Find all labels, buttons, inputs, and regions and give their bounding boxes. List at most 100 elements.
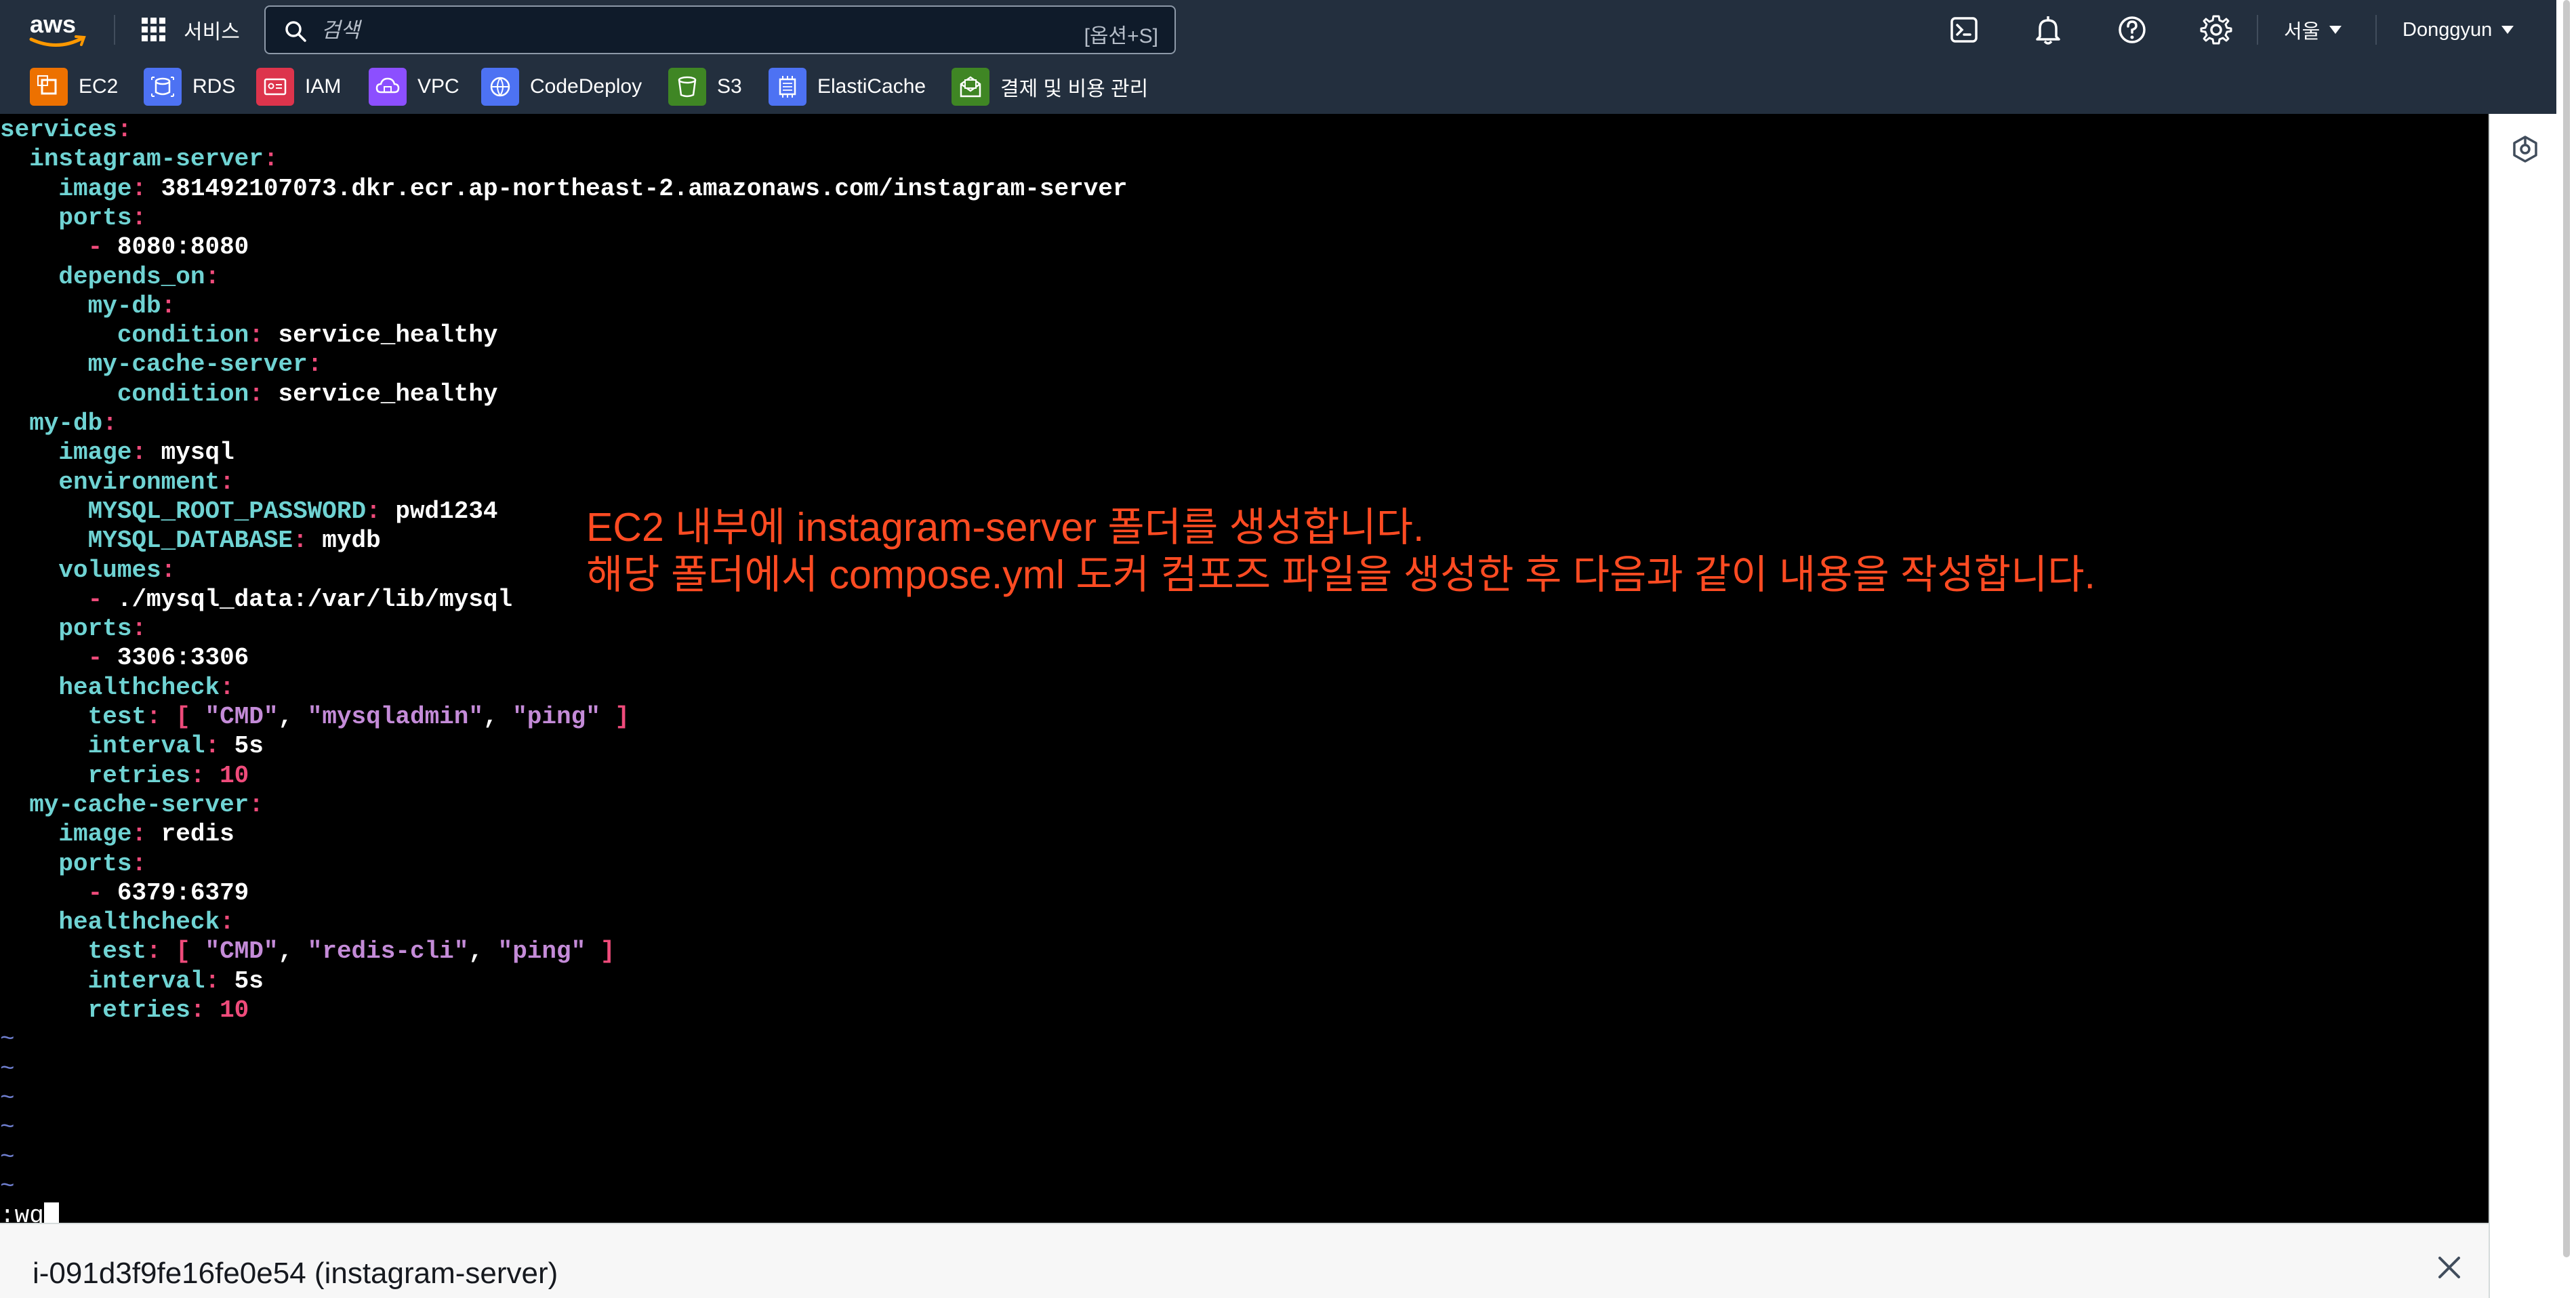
- favorite-label: RDS: [192, 75, 236, 98]
- terminal-line: ports:: [0, 203, 146, 232]
- yaml-key: environment: [58, 468, 220, 496]
- favorite-label: CodeDeploy: [530, 75, 642, 98]
- terminal-line: interval: 5s: [0, 967, 264, 996]
- yaml-colon: :: [220, 468, 234, 496]
- grid-icon: [142, 18, 165, 41]
- empty-line-marker: ~: [0, 1143, 15, 1171]
- yaml-key: instagram-server: [29, 145, 264, 174]
- settings-gear-icon[interactable]: [2199, 12, 2234, 47]
- s3-bucket-icon: [668, 68, 706, 106]
- empty-line-marker: ~: [0, 1055, 15, 1083]
- yaml-colon: :: [205, 262, 220, 291]
- search-input[interactable]: [320, 7, 1000, 54]
- yaml-value: service_healthy: [278, 321, 498, 350]
- caret-down-icon: [2501, 26, 2514, 34]
- yaml-colon: :: [205, 732, 220, 760]
- yaml-key: my-cache-server: [87, 350, 308, 379]
- list-bracket-close: ]: [586, 937, 615, 966]
- yaml-value: 3306:3306: [117, 644, 249, 672]
- session-info-bar: i-091d3f9fe16fe0e54 (instagram-server): [0, 1223, 2489, 1298]
- favorite-elasticache[interactable]: ElastiCache: [769, 66, 926, 107]
- yaml-key: retries: [87, 761, 190, 790]
- yaml-colon: :: [205, 967, 220, 995]
- list-item-string: "mysqladmin": [307, 703, 483, 731]
- tools-panel-icon[interactable]: [2510, 134, 2540, 164]
- ec2-icon: [30, 68, 68, 106]
- page-scrollbar-thumb[interactable]: [2563, 0, 2570, 1257]
- favorite-iam[interactable]: IAM: [256, 66, 341, 107]
- yaml-key: interval: [87, 732, 205, 760]
- yaml-value: pwd1234: [395, 497, 498, 525]
- notifications-bell-icon[interactable]: [2030, 12, 2066, 47]
- list-separator: ,: [483, 703, 513, 731]
- yaml-key: depends_on: [58, 262, 205, 291]
- terminal-line: ~: [0, 1084, 15, 1113]
- list-item-string: "CMD": [205, 937, 279, 966]
- services-menu-button[interactable]: 서비스: [139, 0, 240, 60]
- yaml-value: 5s: [234, 732, 264, 760]
- billing-icon: [952, 68, 989, 106]
- terminal-line: test: [ "CMD", "mysqladmin", "ping" ]: [0, 702, 630, 731]
- favorite-ec2[interactable]: EC2: [30, 66, 118, 107]
- svg-text:aws: aws: [30, 10, 76, 38]
- vpc-icon: [369, 68, 407, 106]
- yaml-colon: :: [161, 291, 176, 320]
- yaml-colon: :: [131, 849, 147, 878]
- yaml-value: ./mysql_data:/var/lib/mysql: [117, 585, 513, 613]
- yaml-key: image: [58, 439, 132, 467]
- terminal-line: ~: [0, 1143, 15, 1172]
- yaml-colon: :: [131, 820, 147, 849]
- yaml-key: my-cache-server: [29, 790, 249, 819]
- empty-line-marker: ~: [0, 1172, 15, 1200]
- yaml-colon: :: [131, 203, 147, 232]
- region-selector[interactable]: 서울: [2284, 0, 2343, 60]
- empty-line-marker: ~: [0, 1026, 15, 1054]
- favorite-vpc[interactable]: VPC: [369, 66, 459, 107]
- terminal-line: image: mysql: [0, 438, 234, 467]
- help-icon[interactable]: [2114, 12, 2150, 47]
- iam-icon: [256, 68, 294, 106]
- terminal-line: ports:: [0, 849, 146, 878]
- terminal-line: services:: [0, 115, 131, 144]
- yaml-colon: :: [220, 673, 234, 702]
- favorite-s3[interactable]: S3: [668, 66, 742, 107]
- aws-logo[interactable]: aws: [27, 7, 88, 52]
- list-separator: ,: [278, 703, 308, 731]
- close-icon[interactable]: [2434, 1253, 2464, 1282]
- list-dash: -: [87, 644, 103, 672]
- favorite-billing[interactable]: 결제 및 비용 관리: [952, 66, 1148, 107]
- terminal-session[interactable]: services: instagram-server: image: 38149…: [0, 114, 2489, 1230]
- terminal-line: test: [ "CMD", "redis-cli", "ping" ]: [0, 937, 615, 966]
- caret-down-icon: [2329, 26, 2342, 34]
- yaml-colon: :: [146, 703, 161, 731]
- cloudshell-icon[interactable]: [1946, 12, 1982, 47]
- terminal-line: image: 381492107073.dkr.ecr.ap-northeast…: [0, 174, 1127, 203]
- terminal-line: environment:: [0, 468, 234, 497]
- account-menu[interactable]: Donggyun: [2403, 0, 2515, 60]
- terminal-line: ports:: [0, 614, 146, 643]
- elasticache-icon: [769, 68, 806, 106]
- yaml-value: mydb: [322, 527, 381, 555]
- nav-divider: [114, 15, 115, 45]
- yaml-key: retries: [87, 996, 190, 1024]
- terminal-line: depends_on:: [0, 262, 220, 291]
- favorite-rds[interactable]: RDS: [144, 66, 235, 107]
- top-navigation-bar: aws 서비스 [옵션+S]: [0, 0, 2576, 60]
- terminal-line: - 3306:3306: [0, 643, 249, 672]
- yaml-value: 8080:8080: [117, 233, 249, 262]
- yaml-colon: :: [102, 409, 117, 437]
- yaml-key: image: [58, 174, 132, 203]
- favorites-bar: EC2 RDS IAM VPC CodeDeploy S3 ElastiCach…: [0, 60, 2576, 114]
- yaml-value: service_healthy: [278, 380, 498, 408]
- terminal-line: my-db:: [0, 291, 176, 321]
- rds-icon: [144, 68, 182, 106]
- list-item-string: "redis-cli": [307, 937, 469, 966]
- yaml-colon: :: [161, 556, 176, 584]
- yaml-key: my-db: [29, 409, 103, 437]
- search-box[interactable]: [옵션+S]: [264, 5, 1176, 54]
- favorite-label: S3: [717, 75, 742, 98]
- list-dash: -: [87, 878, 103, 907]
- yaml-colon: :: [249, 380, 264, 408]
- yaml-colon: :: [220, 908, 234, 937]
- favorite-codedeploy[interactable]: CodeDeploy: [481, 66, 642, 107]
